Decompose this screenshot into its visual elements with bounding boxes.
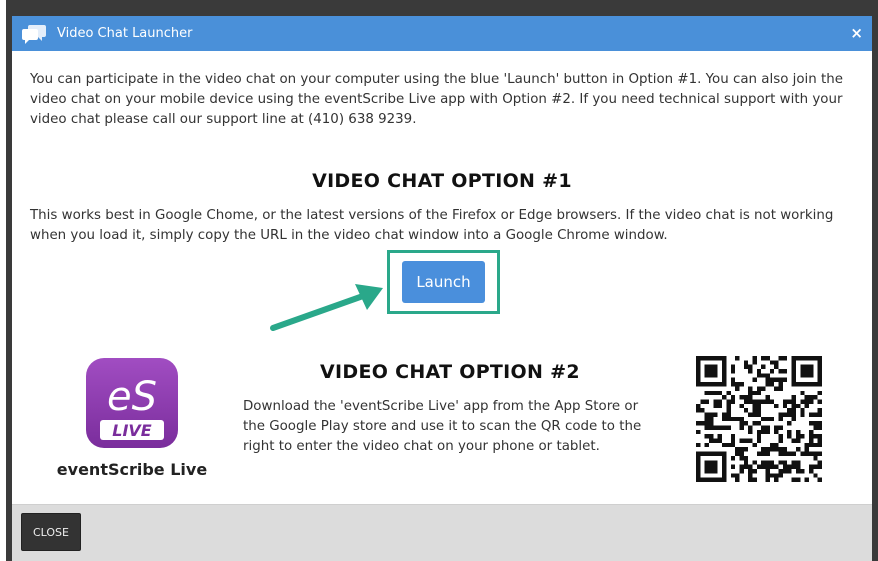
app-name: eventScribe Live bbox=[56, 460, 208, 479]
video-chat-dialog: Video Chat Launcher × You can participat… bbox=[12, 16, 872, 561]
dialog-title: Video Chat Launcher bbox=[57, 26, 193, 41]
dialog-footer: CLOSE bbox=[12, 504, 872, 561]
window-backdrop-right bbox=[872, 0, 878, 561]
dialog-titlebar: Video Chat Launcher × bbox=[12, 16, 872, 51]
launch-button[interactable]: Launch bbox=[402, 261, 485, 303]
arrow-icon bbox=[270, 284, 383, 331]
app-icon-subtext: LIVE bbox=[112, 421, 152, 440]
eventscribe-live-app-icon: eS LIVE bbox=[86, 358, 178, 448]
close-icon[interactable]: × bbox=[850, 24, 863, 42]
option1-heading: VIDEO CHAT OPTION #1 bbox=[312, 170, 572, 192]
app-icon-text: eS bbox=[107, 374, 157, 420]
option1-description: This works best in Google Chome, or the … bbox=[30, 208, 834, 243]
screen: Video Chat Launcher × You can participat… bbox=[0, 0, 878, 561]
window-backdrop-top bbox=[6, 0, 876, 16]
qr-code bbox=[696, 356, 822, 482]
option2-heading: VIDEO CHAT OPTION #2 bbox=[320, 361, 580, 383]
intro-text: You can participate in the video chat on… bbox=[30, 72, 843, 127]
chat-bubbles-icon bbox=[22, 24, 46, 44]
option2-description: Download the 'eventScribe Live' app from… bbox=[243, 399, 642, 454]
launch-highlight-box: Launch bbox=[387, 250, 500, 314]
close-button[interactable]: CLOSE bbox=[21, 513, 81, 551]
